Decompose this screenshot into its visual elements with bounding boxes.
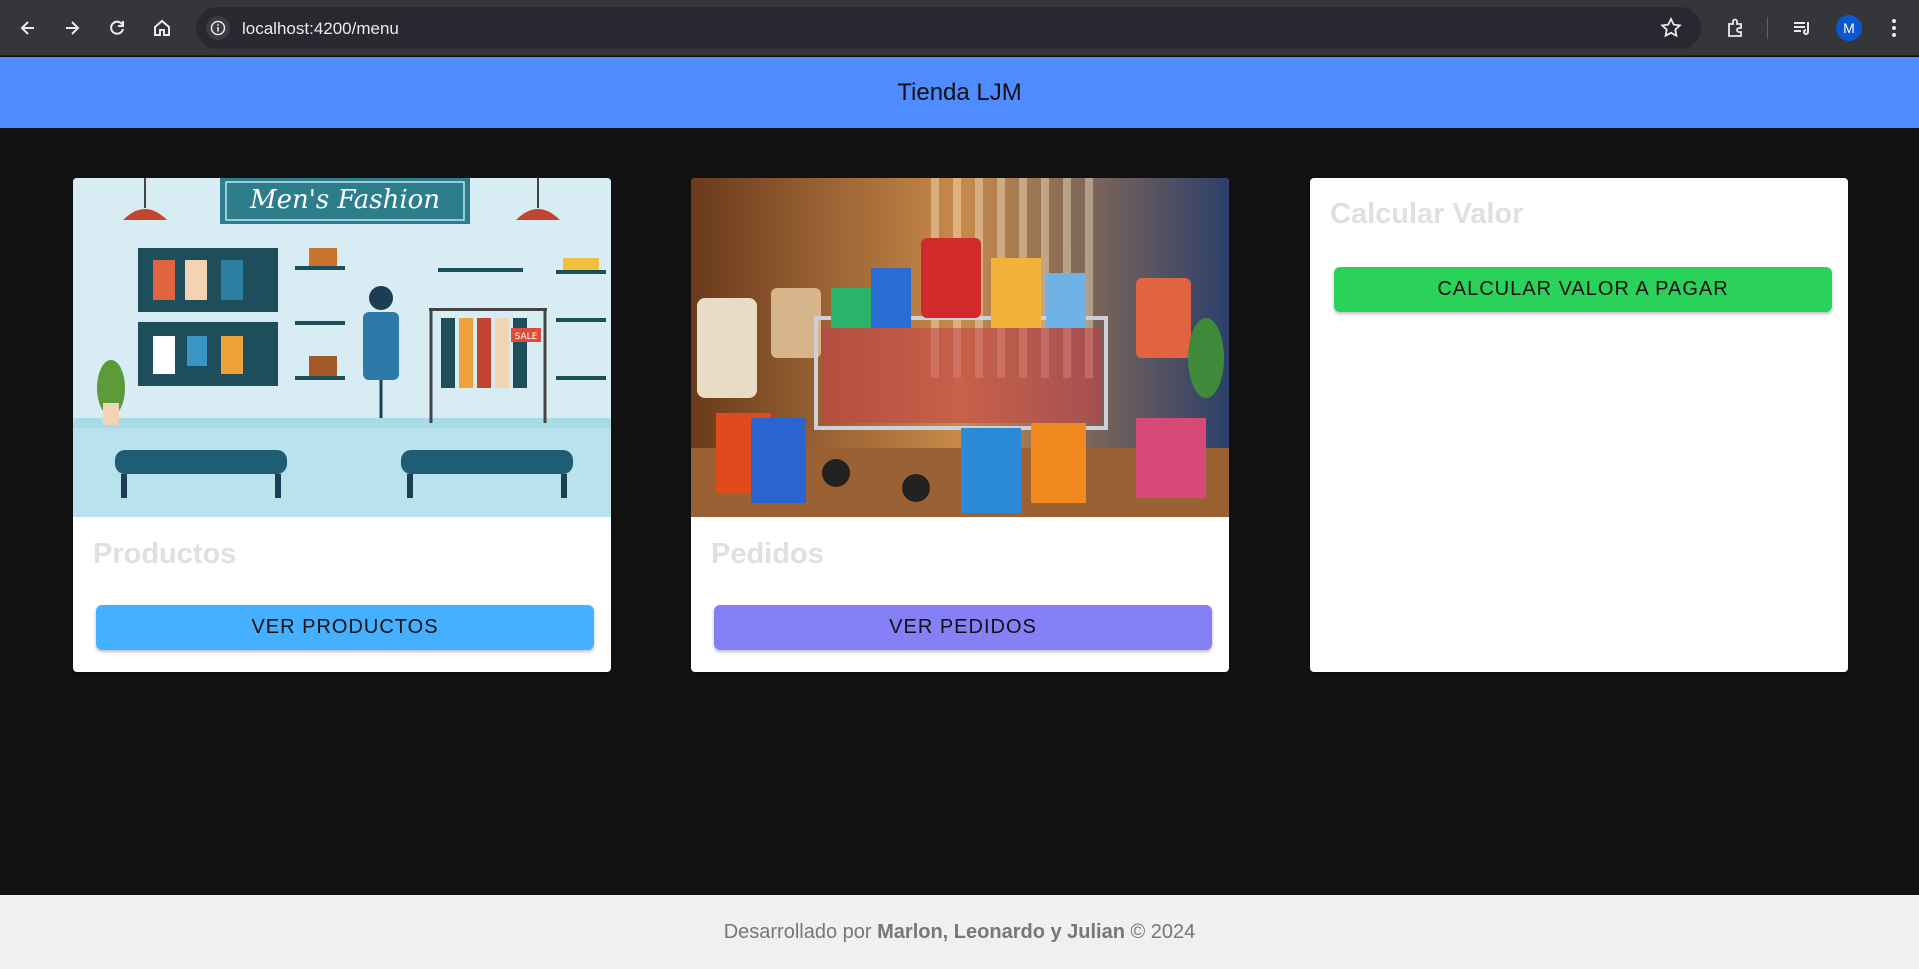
- toolbar-divider: [1767, 17, 1768, 39]
- reading-list-icon[interactable]: [1788, 14, 1816, 42]
- card-title: Pedidos: [711, 538, 824, 570]
- forward-arrow-icon[interactable]: [58, 14, 86, 42]
- profile-avatar[interactable]: M: [1836, 15, 1862, 41]
- ver-pedidos-button[interactable]: VER PEDIDOS: [714, 605, 1212, 650]
- sale-tag-text: SALE: [515, 332, 538, 342]
- footer-copyright: © 2024: [1130, 920, 1196, 943]
- app-header: Tienda LJM: [0, 57, 1919, 128]
- extensions-icon[interactable]: [1722, 14, 1750, 42]
- kebab-menu-icon[interactable]: [1880, 14, 1908, 42]
- footer-authors: Marlon, Leonardo y Julian: [877, 920, 1125, 943]
- back-arrow-icon[interactable]: [14, 14, 42, 42]
- card-calcular-valor: Calcular Valor CALCULAR VALOR A PAGAR: [1310, 178, 1848, 672]
- footer-prefix: Desarrollado por: [723, 920, 872, 943]
- card-title: Productos: [93, 538, 237, 570]
- reload-icon[interactable]: [103, 14, 131, 42]
- address-bar[interactable]: localhost:4200/menu: [196, 7, 1701, 49]
- footer: Desarrollado por Marlon, Leonardo y Juli…: [0, 895, 1919, 969]
- site-info-icon[interactable]: [206, 16, 230, 40]
- bookmark-star-icon[interactable]: [1659, 16, 1683, 45]
- mens-fashion-image: Men's Fashion SALE: [73, 178, 611, 517]
- ver-productos-button[interactable]: VER PRODUCTOS: [96, 605, 594, 650]
- card-productos: Men's Fashion SALE Productos VER PRODUCT…: [73, 178, 611, 672]
- card-title: Calcular Valor: [1330, 198, 1524, 230]
- url-text[interactable]: localhost:4200/menu: [242, 19, 399, 39]
- banner-text: Men's Fashion: [249, 185, 440, 215]
- app-title: Tienda LJM: [897, 78, 1022, 106]
- browser-toolbar: localhost:4200/menu M: [0, 0, 1919, 56]
- shopping-cart-image: [691, 178, 1229, 517]
- home-icon[interactable]: [148, 14, 176, 42]
- card-pedidos: Pedidos VER PEDIDOS: [691, 178, 1229, 672]
- calcular-valor-button[interactable]: CALCULAR VALOR A PAGAR: [1334, 267, 1832, 312]
